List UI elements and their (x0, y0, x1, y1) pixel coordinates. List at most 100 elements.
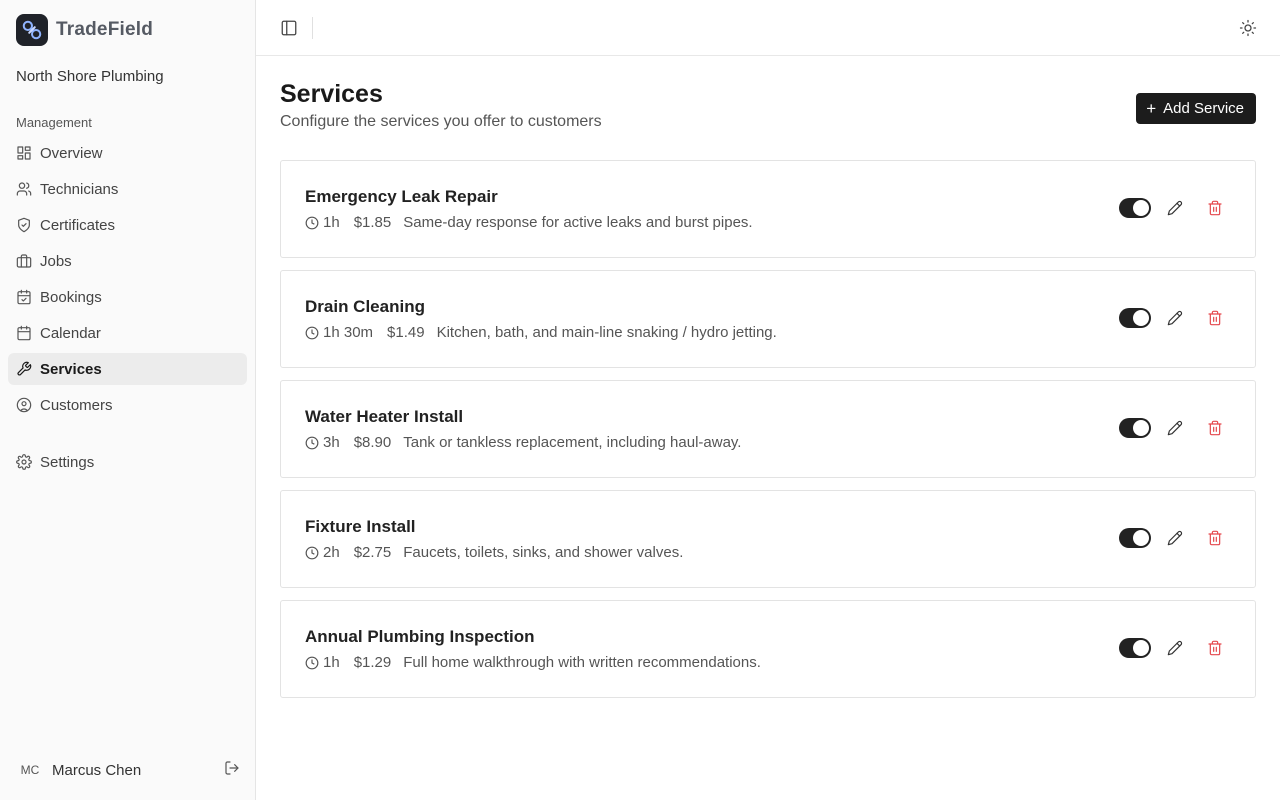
clock-icon (305, 436, 319, 450)
sidebar-item-label: Services (40, 360, 102, 378)
add-service-label: Add Service (1163, 100, 1244, 117)
service-duration: 1h (323, 214, 340, 231)
link-chain-icon (16, 14, 48, 46)
sun-icon[interactable] (1239, 19, 1257, 37)
pencil-icon[interactable] (1167, 420, 1183, 436)
user-profile: MC Marcus Chen (16, 758, 240, 782)
service-meta: 1h $1.85 Same-day response for active le… (305, 214, 753, 231)
sidebar: TradeField North Shore Plumbing Manageme… (0, 0, 256, 800)
user-circle-icon (16, 397, 32, 413)
sidebar-toggle-icon[interactable] (280, 19, 298, 37)
service-description: Full home walkthrough with written recom… (403, 654, 761, 671)
service-description: Kitchen, bath, and main-line snaking / h… (436, 324, 777, 341)
service-enabled-toggle[interactable] (1119, 638, 1151, 658)
service-duration: 1h 30m (323, 324, 374, 341)
sidebar-item-settings[interactable]: Settings (8, 446, 247, 478)
sidebar-item-label: Customers (40, 396, 113, 414)
sidebar-item-label: Overview (40, 144, 103, 162)
service-card: Fixture Install 2h $2.75 Faucets, toilet… (280, 490, 1256, 588)
page-subtitle: Configure the services you offer to cust… (280, 113, 602, 130)
service-meta: 2h $2.75 Faucets, toilets, sinks, and sh… (305, 544, 683, 561)
sidebar-item-jobs[interactable]: Jobs (8, 245, 247, 277)
sidebar-item-label: Settings (40, 453, 95, 471)
sidebar-item-overview[interactable]: Overview (8, 137, 247, 169)
service-actions (1119, 528, 1223, 548)
service-enabled-toggle[interactable] (1119, 308, 1151, 328)
service-name: Water Heater Install (305, 407, 464, 426)
service-price: $2.75 (353, 544, 392, 561)
clock-icon (305, 546, 319, 560)
service-price: $1.49 (387, 324, 425, 341)
service-card: Drain Cleaning 1h 30m $1.49 Kitchen, bat… (280, 270, 1256, 368)
nav-group-label: Management (16, 115, 92, 130)
service-meta: 1h 30m $1.49 Kitchen, bath, and main-lin… (305, 324, 777, 341)
org-name[interactable]: North Shore Plumbing (16, 68, 164, 85)
logout-icon[interactable] (224, 760, 240, 781)
toggle-knob (1133, 640, 1149, 656)
gear-icon (16, 454, 32, 470)
sidebar-item-label: Technicians (40, 180, 119, 198)
service-name: Drain Cleaning (305, 297, 425, 316)
divider (312, 17, 313, 39)
toggle-knob (1133, 200, 1149, 216)
pencil-icon[interactable] (1167, 530, 1183, 546)
service-duration: 1h (323, 654, 340, 671)
sidebar-item-calendar[interactable]: Calendar (8, 317, 247, 349)
avatar[interactable]: MC (16, 758, 44, 782)
service-price: $1.29 (353, 654, 392, 671)
service-enabled-toggle[interactable] (1119, 418, 1151, 438)
service-card: Emergency Leak Repair 1h $1.85 Same-day … (280, 160, 1256, 258)
toggle-knob (1133, 310, 1149, 326)
sidebar-item-label: Bookings (40, 288, 102, 306)
trash-icon[interactable] (1207, 530, 1223, 546)
brand[interactable]: TradeField (16, 14, 153, 46)
service-actions (1119, 308, 1223, 328)
service-price: $1.85 (353, 214, 392, 231)
users-icon (16, 181, 32, 197)
page-header: Services Configure the services you offe… (280, 80, 1256, 131)
wrench-icon (16, 361, 32, 377)
trash-icon[interactable] (1207, 200, 1223, 216)
user-name: Marcus Chen (52, 761, 142, 779)
service-card: Water Heater Install 3h $8.90 Tank or ta… (280, 380, 1256, 478)
service-card: Annual Plumbing Inspection 1h $1.29 Full… (280, 600, 1256, 698)
add-service-button[interactable]: + Add Service (1136, 93, 1256, 124)
service-meta: 3h $8.90 Tank or tankless replacement, i… (305, 434, 741, 451)
service-actions (1119, 638, 1223, 658)
service-name: Annual Plumbing Inspection (305, 627, 535, 646)
trash-icon[interactable] (1207, 640, 1223, 656)
service-duration: 2h (323, 544, 340, 561)
service-name: Fixture Install (305, 517, 416, 536)
sidebar-item-certificates[interactable]: Certificates (8, 209, 247, 241)
pencil-icon[interactable] (1167, 310, 1183, 326)
clock-icon (305, 326, 319, 340)
pencil-icon[interactable] (1167, 640, 1183, 656)
sidebar-item-technicians[interactable]: Technicians (8, 173, 247, 205)
clock-icon (305, 216, 319, 230)
sidebar-item-label: Jobs (40, 252, 72, 270)
service-enabled-toggle[interactable] (1119, 528, 1151, 548)
sidebar-item-label: Certificates (40, 216, 116, 234)
trash-icon[interactable] (1207, 310, 1223, 326)
service-description: Same-day response for active leaks and b… (403, 214, 753, 231)
topbar (256, 0, 1280, 56)
shield-check-icon (16, 217, 32, 233)
dashboard-icon (16, 145, 32, 161)
sidebar-item-services[interactable]: Services (8, 353, 247, 385)
clock-icon (305, 656, 319, 670)
trash-icon[interactable] (1207, 420, 1223, 436)
service-actions (1119, 198, 1223, 218)
service-actions (1119, 418, 1223, 438)
sidebar-nav: Overview Technicians Certificates Jobs B… (8, 137, 247, 425)
services-list: Emergency Leak Repair 1h $1.85 Same-day … (280, 160, 1256, 710)
brand-name: TradeField (56, 19, 154, 40)
pencil-icon[interactable] (1167, 200, 1183, 216)
sidebar-item-bookings[interactable]: Bookings (8, 281, 247, 313)
page-title: Services (280, 80, 383, 108)
sidebar-item-customers[interactable]: Customers (8, 389, 247, 421)
service-duration: 3h (323, 434, 340, 451)
service-description: Faucets, toilets, sinks, and shower valv… (403, 544, 684, 561)
service-enabled-toggle[interactable] (1119, 198, 1151, 218)
service-meta: 1h $1.29 Full home walkthrough with writ… (305, 654, 761, 671)
main-content: Services Configure the services you offe… (256, 0, 1280, 800)
